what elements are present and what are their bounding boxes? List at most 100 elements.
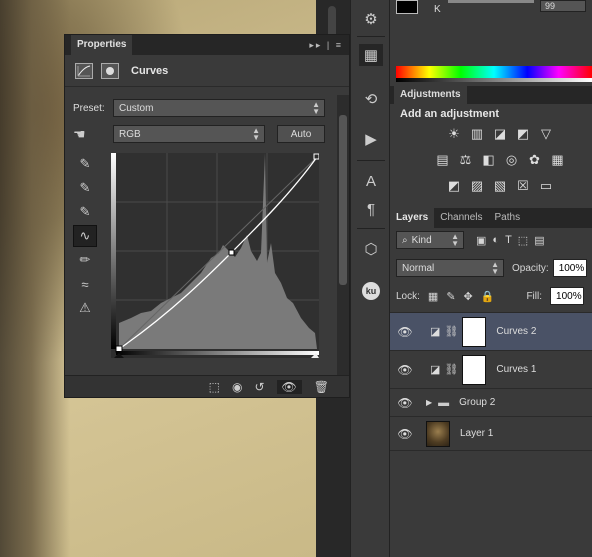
tool-presets-icon[interactable]: ⚙ (359, 8, 383, 30)
auto-button[interactable]: Auto (277, 125, 325, 143)
properties-tabbar: Properties ▸▸ | ≡ (65, 35, 349, 55)
threshold-icon[interactable]: ▧ (492, 178, 508, 194)
layer-filter-row: ⌕ Kind ▲ ▼ ▣ ◐ T ⬚ ▤ (390, 230, 592, 250)
panel-menu-icon[interactable]: ▸▸ | ≡ (309, 40, 349, 51)
vibrance-icon[interactable]: ▽ (538, 126, 554, 142)
selective-color-icon[interactable]: ☒ (515, 178, 531, 194)
visibility-eye-icon[interactable]: 👁 (390, 427, 420, 441)
black-point-eyedropper-icon[interactable]: ✎ (73, 153, 97, 175)
properties-header: Curves (65, 55, 349, 87)
channel-mixer-icon[interactable]: ✿ (527, 152, 543, 168)
clip-to-layer-icon[interactable]: ⬚ (209, 380, 220, 394)
delete-icon[interactable]: 🗑 (314, 380, 329, 394)
lock-transparent-icon[interactable]: ▦ (428, 290, 438, 303)
exposure-icon[interactable]: ◩ (515, 126, 531, 142)
gradient-map-icon[interactable]: ▭ (538, 178, 554, 194)
blend-mode-select[interactable]: Normal ▲ ▼ (396, 259, 504, 277)
curves-icon[interactable]: ◪ (492, 126, 508, 142)
targeted-adjustment-hand-icon[interactable]: ☚ (73, 126, 113, 143)
filter-smart-object-icon[interactable]: ▤ (534, 234, 544, 247)
filter-type-icon[interactable]: T (505, 234, 512, 246)
paragraph-icon[interactable]: ¶ (359, 198, 383, 220)
3d-icon[interactable]: ⬡ (359, 238, 383, 260)
visibility-eye-icon[interactable]: 👁 (390, 325, 420, 339)
tab-adjustments[interactable]: Adjustments (394, 86, 467, 104)
fill-field[interactable]: 100% (550, 287, 585, 305)
tab-channels[interactable]: Channels (434, 208, 488, 228)
color-balance-icon[interactable]: ⚖ (458, 152, 474, 168)
color-spectrum[interactable] (396, 66, 592, 82)
input-gradient-bar (116, 351, 319, 355)
opacity-field[interactable]: 100% (552, 259, 587, 277)
actions-icon[interactable]: ▶ (359, 128, 383, 150)
white-point-eyedropper-icon[interactable]: ✎ (73, 201, 97, 223)
tab-layers[interactable]: Layers (390, 208, 435, 228)
properties-icon[interactable]: ▦ (359, 44, 383, 66)
filter-kind-value: Kind (411, 234, 432, 246)
lock-position-icon[interactable]: ✥ (464, 290, 473, 303)
brightness-contrast-icon[interactable]: ☀ (446, 126, 462, 142)
visibility-eye-icon[interactable]: 👁 (390, 396, 420, 410)
edit-points-curve-icon[interactable]: ∿ (73, 225, 97, 247)
filter-pixel-icon[interactable]: ▣ (476, 234, 486, 247)
channel-select[interactable]: RGB ▲ ▼ (113, 125, 265, 143)
plugin-ku-button[interactable]: ku (359, 280, 383, 302)
select-arrows-icon: ▲ ▼ (252, 126, 260, 142)
curves-layer-icon: ◪ (430, 326, 441, 338)
color-lookup-icon[interactable]: ▦ (550, 152, 566, 168)
hue-saturation-icon[interactable]: ▤ (435, 152, 451, 168)
fill-label: Fill: (526, 290, 543, 302)
lock-all-icon[interactable]: 🔒 (481, 290, 495, 303)
layer-name[interactable]: Curves 1 (496, 364, 536, 375)
history-icon[interactable]: ⟲ (359, 88, 383, 110)
view-previous-state-icon[interactable]: ◉ (232, 380, 242, 394)
filter-adjustment-icon[interactable]: ◐ (492, 234, 499, 246)
foreground-color-swatch[interactable] (396, 0, 418, 14)
curves-graph[interactable] (111, 153, 320, 358)
properties-panel: Properties ▸▸ | ≡ Curves Preset: Custom … (64, 34, 350, 398)
visibility-eye-icon[interactable]: 👁 (390, 363, 420, 377)
invert-icon[interactable]: ◩ (446, 178, 462, 194)
toggle-visibility-icon[interactable]: 👁 (276, 379, 302, 394)
filter-shape-icon[interactable]: ⬚ (518, 234, 528, 247)
reset-icon[interactable]: ↺ (254, 380, 264, 394)
tab-paths[interactable]: Paths (489, 208, 527, 228)
tab-properties[interactable]: Properties (71, 35, 133, 55)
clipping-warning-icon[interactable]: ⚠ (73, 297, 97, 319)
layer-row[interactable]: 👁 Layer 1 (390, 416, 592, 450)
layer-name[interactable]: Curves 2 (496, 326, 536, 337)
layer-mask-thumbnail[interactable] (462, 354, 487, 385)
smooth-curve-icon[interactable]: ≈ (73, 273, 97, 295)
properties-scrollbar[interactable] (337, 95, 349, 377)
character-icon[interactable]: A (359, 170, 383, 192)
black-white-icon[interactable]: ◧ (481, 152, 497, 168)
filter-kind-select[interactable]: ⌕ Kind ▲ ▼ (396, 231, 464, 249)
lock-image-icon[interactable]: ✎ (446, 290, 455, 303)
k-channel-slider[interactable] (448, 0, 534, 3)
preset-select[interactable]: Custom ▲ ▼ (113, 99, 325, 117)
layer-row[interactable]: 👁 ▶ ▬ Group 2 (390, 388, 592, 416)
link-icon[interactable]: ⛓ (444, 363, 458, 376)
layer-row[interactable]: 👁 ◪ ⛓ Curves 1 (390, 350, 592, 388)
layer-name[interactable]: Group 2 (459, 397, 495, 408)
gray-point-eyedropper-icon[interactable]: ✎ (73, 177, 97, 199)
mask-icon[interactable] (101, 62, 119, 79)
link-icon[interactable]: ⛓ (444, 325, 458, 338)
preset-label: Preset: (73, 102, 105, 114)
expand-triangle-icon[interactable]: ▶ (426, 398, 432, 407)
layer-mask-thumbnail[interactable] (462, 316, 487, 347)
curve-point-mid (228, 249, 235, 256)
layer-row[interactable]: 👁 ◪ ⛓ Curves 2 (390, 312, 592, 350)
curve-point-white (313, 153, 320, 160)
curves-adjustment-icon[interactable] (75, 62, 93, 79)
blend-row: Normal ▲ ▼ Opacity: 100% (390, 258, 592, 278)
levels-icon[interactable]: ▥ (469, 126, 485, 142)
layer-name[interactable]: Layer 1 (460, 428, 493, 439)
k-channel-value-field[interactable]: 99 (540, 0, 586, 12)
photo-hair-area (0, 0, 70, 557)
pencil-draw-icon[interactable]: ✏ (73, 249, 97, 271)
plugin-ku-label: ku (362, 282, 380, 300)
photo-filter-icon[interactable]: ◎ (504, 152, 520, 168)
posterize-icon[interactable]: ▨ (469, 178, 485, 194)
layer-thumbnail[interactable] (426, 420, 450, 447)
